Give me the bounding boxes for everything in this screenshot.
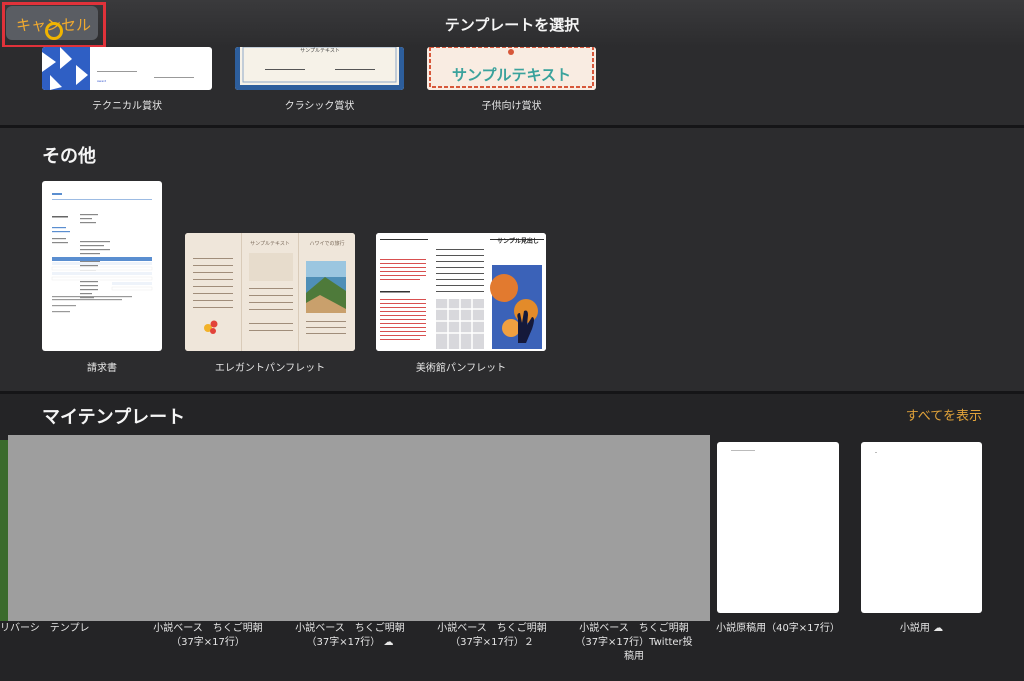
template-caption-line: （37字×17行）２ — [450, 637, 534, 648]
elegant-pamphlet-preview — [185, 233, 355, 351]
cloud-download-icon[interactable]: ☁ — [384, 637, 394, 648]
invoice-preview — [51, 193, 153, 313]
template-caption-line: 稿用 — [624, 651, 644, 662]
template-technical-certificate[interactable]: Award — [42, 47, 212, 90]
classic-certificate-sample-text: サンプルテキスト — [300, 48, 340, 54]
template-caption-line: 小説ベース ちくご明朝 — [437, 623, 547, 634]
template-caption-line: （37字×17行） ☁ — [282, 636, 418, 650]
template-caption-text: 小説用 — [899, 623, 930, 634]
novel-manuscript-preview — [731, 450, 755, 451]
template-caption: 請求書 — [87, 363, 117, 374]
template-caption: リバーシ テンプレ — [0, 623, 90, 634]
novel-preview — [875, 452, 877, 453]
template-caption-line: 小説ベース ちくご明朝 — [579, 623, 689, 634]
template-caption: エレガントパンフレット — [214, 363, 326, 374]
page-title: テンプレートを選択 — [444, 16, 580, 34]
template-novel[interactable] — [861, 442, 982, 613]
template-caption-line: （37字×17行）Twitter投 — [575, 637, 693, 648]
elegant-pamphlet-panel-title: サンプルテキスト — [250, 241, 290, 247]
show-all-link[interactable]: すべてを表示 — [906, 405, 982, 424]
template-caption: 小説ベース ちくご明朝 （37字×17行）２ — [424, 622, 560, 650]
tap-indicator-icon — [45, 22, 63, 40]
template-museum-pamphlet[interactable] — [376, 233, 546, 351]
template-caption-line: 小説ベース ちくご明朝 — [295, 623, 405, 634]
template-invoice[interactable] — [42, 181, 162, 351]
section-heading-my-templates: マイテンプレート — [42, 407, 186, 428]
template-caption-line: （37字×17行） — [171, 637, 245, 648]
template-elegant-pamphlet[interactable] — [185, 233, 355, 351]
template-novel-manuscript[interactable] — [717, 442, 839, 613]
template-caption: 子供向け賞状 — [481, 101, 542, 112]
template-caption: 美術館パンフレット — [415, 363, 507, 374]
technical-certificate-preview: Award — [42, 47, 194, 90]
museum-pamphlet-preview — [376, 233, 546, 351]
template-caption: クラシック賞状 — [284, 101, 355, 112]
template-caption: テクニカル賞状 — [92, 101, 162, 112]
template-caption: 小説ベース ちくご明朝 （37字×17行） ☁ — [282, 622, 418, 650]
svg-text:Award: Award — [97, 79, 106, 83]
museum-pamphlet-panel-title: サンプル見出し — [497, 238, 539, 245]
template-caption-text: （37字×17行） — [306, 637, 381, 648]
template-caption-line: 小説ベース ちくご明朝 — [153, 623, 263, 634]
elegant-pamphlet-panel-title: ハワイでの旅行 — [309, 241, 345, 247]
cloud-download-icon[interactable]: ☁ — [933, 623, 943, 634]
partial-thumbnail — [0, 440, 8, 621]
redacted-thumbnails-overlay — [8, 435, 710, 621]
template-caption: 小説原稿用（40字×17行） — [716, 623, 840, 634]
template-caption: 小説用 ☁ — [861, 622, 982, 636]
kids-certificate-sample-text: サンプルテキスト — [451, 66, 572, 84]
template-caption: 小説ベース ちくご明朝 （37字×17行）Twitter投 稿用 — [566, 622, 702, 664]
template-caption: 小説ベース ちくご明朝 （37字×17行） — [140, 622, 276, 650]
section-heading-other: その他 — [42, 146, 96, 167]
